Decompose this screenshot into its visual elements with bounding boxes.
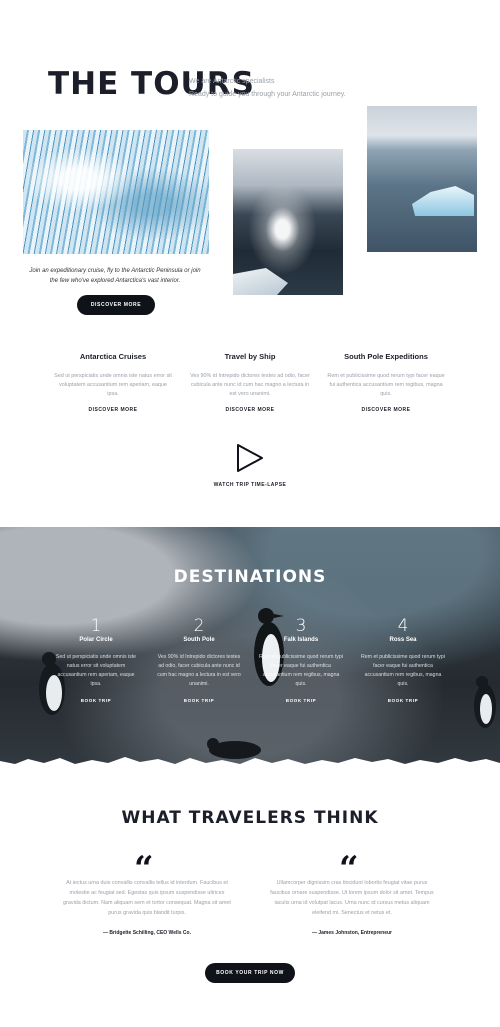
sea-sunlight-image <box>233 149 343 295</box>
destination-polar-circle: 1 Polar Circle Sed ut perspiciatis unde … <box>54 616 138 703</box>
destination-south-pole: 2 South Pole Ves 90% id Intrepido dictor… <box>157 616 241 703</box>
destination-falk-islands: 3 Falk Islands Rem et publicissime quod … <box>259 616 343 703</box>
destination-name: Polar Circle <box>79 637 113 643</box>
testimonial-text: At iectus urna duis convallis convallis … <box>63 880 231 916</box>
book-trip-link[interactable]: BOOK TRIP <box>54 698 138 703</box>
destination-number: 1 <box>90 616 102 636</box>
tours-intro-line-1: We are Antarctic specialists <box>189 78 275 85</box>
tours-intro: We are Antarctic specialists Ready to gu… <box>189 75 346 101</box>
tour-column-cruises: Antarctica Cruises Sed ut perspiciatis u… <box>53 352 173 413</box>
discover-more-link[interactable]: DISCOVER MORE <box>190 407 310 413</box>
tour-column-desc: Ves 90% id Intrepido dictores testes ad … <box>190 373 310 397</box>
destination-name: Falk Islands <box>283 637 319 643</box>
tour-column-south-pole: South Pole Expeditions Rem et publicissi… <box>326 352 446 413</box>
book-trip-link[interactable]: BOOK TRIP <box>259 698 343 703</box>
discover-more-link[interactable]: DISCOVER MORE <box>53 407 173 413</box>
tour-column-desc: Rem et publicissime quod rerum typi face… <box>327 373 445 397</box>
watch-timelapse-link[interactable]: WATCH TRIP TIME-LAPSE <box>200 482 300 488</box>
tour-column-desc: Sed ut perspiciatis unde omnis iste natu… <box>54 373 172 397</box>
penguin-image <box>474 676 496 728</box>
book-trip-link[interactable]: BOOK TRIP <box>157 698 241 703</box>
book-trip-button[interactable]: BOOK YOUR TRIP NOW <box>205 963 295 983</box>
destination-desc: Ves 90% id Intrepido dictores testes ad … <box>157 654 241 687</box>
destination-desc: Sed ut perspiciatis unde omnis iste natu… <box>55 654 137 687</box>
testimonial-author: — Bridgette Schilling, CEO Wells Co. <box>103 930 191 936</box>
destination-desc: Rem et publicissime quod rerum typi face… <box>361 654 445 687</box>
tour-column-ship: Travel by Ship Ves 90% id Intrepido dict… <box>190 352 310 413</box>
torn-edge <box>0 757 500 767</box>
testimonial-2: Ullamcorper dignissim cras tincidunt lob… <box>267 878 437 936</box>
glacier-image <box>23 130 209 254</box>
destination-name: Ross Sea <box>389 637 417 643</box>
book-trip-link[interactable]: BOOK TRIP <box>361 698 445 703</box>
tours-intro-line-2: Ready to guide you through your Antarcti… <box>189 91 346 98</box>
tour-column-title: Travel by Ship <box>224 352 276 361</box>
testimonial-text: Ullamcorper dignissim cras tincidunt lob… <box>270 880 434 916</box>
destination-desc: Rem et publicissime quod rerum typi face… <box>259 654 343 687</box>
testimonial-author: — James Johnston, Entrepreneur <box>311 930 393 936</box>
play-icon[interactable] <box>236 443 264 473</box>
iceberg-image <box>367 106 477 252</box>
tours-caption: Join an expeditionary cruise, fly to the… <box>29 268 201 284</box>
destination-name: South Pole <box>183 637 215 643</box>
discover-more-button[interactable]: DISCOVER MORE <box>77 295 155 315</box>
destination-ross-sea: 4 Ross Sea Rem et publicissime quod reru… <box>361 616 445 703</box>
tour-column-title: South Pole Expeditions <box>344 352 428 361</box>
destinations-title: DESTINATIONS <box>173 567 327 587</box>
tour-column-title: Antarctica Cruises <box>79 352 147 361</box>
destination-number: 4 <box>397 616 409 636</box>
destination-number: 3 <box>295 616 307 636</box>
testimonials-title: WHAT TRAVELERS THINK <box>121 808 379 828</box>
testimonial-1: At iectus urna duis convallis convallis … <box>62 878 232 936</box>
destination-number: 2 <box>193 616 205 636</box>
discover-more-link[interactable]: DISCOVER MORE <box>326 407 446 413</box>
